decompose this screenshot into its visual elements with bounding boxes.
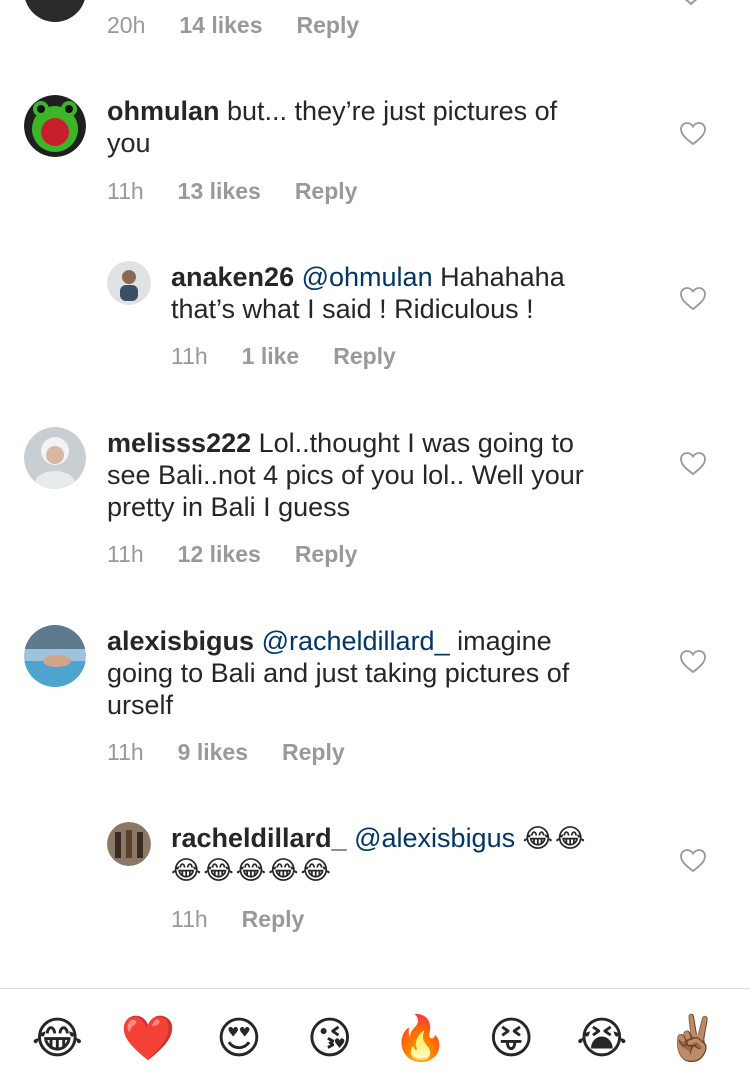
- emoji-quick-bar: 😂 ❤️ 😍 😘 🔥 😝 😭 ✌🏽: [0, 988, 750, 1088]
- comment-username[interactable]: ohmulan: [107, 96, 220, 126]
- emoji-button-joy[interactable]: 😂: [27, 1016, 87, 1061]
- mention-link[interactable]: @racheldillard_: [262, 626, 450, 656]
- avatar[interactable]: [24, 625, 86, 687]
- avatar[interactable]: [24, 0, 86, 22]
- emoji-button-victory[interactable]: ✌🏽: [663, 1016, 723, 1061]
- avatar[interactable]: [107, 822, 151, 866]
- heart-icon[interactable]: [680, 452, 706, 476]
- emoji-button-tongue[interactable]: 😝: [481, 1016, 541, 1061]
- comment-time: 11h: [107, 541, 144, 567]
- emoji-button-fire[interactable]: 🔥: [390, 1016, 450, 1061]
- comment-body: you: [107, 128, 151, 158]
- avatar[interactable]: [24, 95, 86, 157]
- comment-top-partial: 20h 14 likes Reply: [0, 0, 750, 60]
- reply-button[interactable]: Reply: [295, 178, 358, 205]
- emoji-text: 😂😂😂😂😂: [171, 855, 333, 885]
- comment-meta: 11h 9 likes Reply: [107, 739, 345, 766]
- likes-count[interactable]: 13 likes: [178, 178, 261, 205]
- comment-body: see Bali..not 4 pics of you lol.. Well y…: [107, 460, 584, 490]
- likes-count[interactable]: 1 like: [242, 343, 300, 370]
- comment-body: Lol..thought I was going to: [258, 428, 574, 458]
- emoji-text: 😂😂: [522, 823, 588, 853]
- comment-meta: 20h 14 likes Reply: [107, 12, 359, 39]
- comment-username[interactable]: anaken26: [171, 262, 294, 292]
- comment-time: 20h: [107, 12, 146, 38]
- comment-anaken26: anaken26 @ohmulan Hahahaha that’s what I…: [0, 261, 750, 381]
- comment-body: imagine: [449, 626, 552, 656]
- comment-time: 11h: [171, 906, 208, 932]
- comment-username[interactable]: racheldillard_: [171, 823, 347, 853]
- comment-body: but... they’re just pictures of: [227, 96, 558, 126]
- comment-alexisbigus: alexisbigus @racheldillard_ imagine goin…: [0, 625, 750, 775]
- comment-ohmulan: ohmulan but... they’re just pictures of …: [0, 95, 750, 215]
- heart-icon[interactable]: [680, 287, 706, 311]
- comment-text: alexisbigus @racheldillard_ imagine goin…: [107, 625, 677, 721]
- comment-text: anaken26 @ohmulan Hahahaha that’s what I…: [171, 261, 691, 325]
- comment-meta: 11h Reply: [171, 906, 304, 933]
- emoji-button-heart[interactable]: ❤️: [118, 1016, 178, 1061]
- comment-time: 11h: [107, 739, 144, 765]
- emoji-button-heart-eyes[interactable]: 😍: [209, 1016, 269, 1061]
- comment-username[interactable]: melisss222: [107, 428, 251, 458]
- comment-body: that’s what I said ! Ridiculous !: [171, 294, 534, 324]
- reply-button[interactable]: Reply: [242, 906, 305, 933]
- emoji-button-kiss[interactable]: 😘: [300, 1016, 360, 1061]
- heart-icon[interactable]: [680, 849, 706, 873]
- reply-button[interactable]: Reply: [333, 343, 396, 370]
- reply-button[interactable]: Reply: [297, 12, 360, 39]
- avatar[interactable]: [107, 261, 151, 305]
- comment-meta: 11h 12 likes Reply: [107, 541, 357, 568]
- likes-count[interactable]: 14 likes: [179, 12, 262, 39]
- comment-time: 11h: [171, 343, 208, 369]
- heart-icon[interactable]: [680, 650, 706, 674]
- comment-body: going to Bali and just taking pictures o…: [107, 658, 570, 688]
- mention-link[interactable]: @alexisbigus: [354, 823, 515, 853]
- comment-meta: 11h 1 like Reply: [171, 343, 396, 370]
- comment-body: Hahahaha: [432, 262, 565, 292]
- comment-body: urself: [107, 690, 174, 720]
- comment-text: ohmulan but... they’re just pictures of …: [107, 95, 667, 159]
- comment-username[interactable]: alexisbigus: [107, 626, 254, 656]
- comment-text: melisss222 Lol..thought I was going to s…: [107, 427, 677, 523]
- comment-text: racheldillard_ @alexisbigus 😂😂 😂😂😂😂😂: [171, 822, 691, 886]
- likes-count[interactable]: 12 likes: [178, 541, 261, 568]
- chevron-down-icon[interactable]: [680, 0, 702, 8]
- comment-meta: 11h 13 likes Reply: [107, 178, 357, 205]
- likes-count[interactable]: 9 likes: [178, 739, 248, 766]
- avatar[interactable]: [24, 427, 86, 489]
- reply-button[interactable]: Reply: [295, 541, 358, 568]
- comment-body: pretty in Bali I guess: [107, 492, 351, 522]
- comment-time: 11h: [107, 178, 144, 204]
- comment-melisss222: melisss222 Lol..thought I was going to s…: [0, 427, 750, 577]
- comment-racheldillard: racheldillard_ @alexisbigus 😂😂 😂😂😂😂😂 11h…: [0, 822, 750, 942]
- reply-button[interactable]: Reply: [282, 739, 345, 766]
- mention-link[interactable]: @ohmulan: [302, 262, 433, 292]
- emoji-button-crying[interactable]: 😭: [572, 1016, 632, 1061]
- heart-icon[interactable]: [680, 122, 706, 146]
